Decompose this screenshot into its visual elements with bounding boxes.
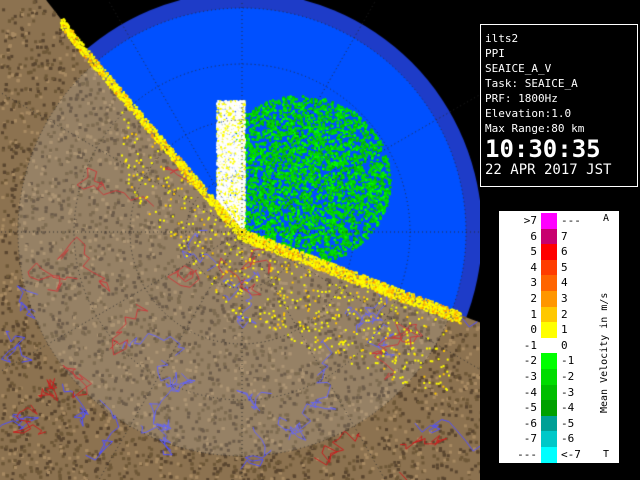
- prf-value: PRF: 1800Hz: [485, 92, 558, 105]
- legend-upper-value: -6: [561, 432, 575, 446]
- site-name: ilts2: [485, 32, 519, 45]
- legend-upper-value: -5: [561, 416, 575, 430]
- legend-color-swatch: [541, 291, 557, 307]
- legend-lower-value: -7: [523, 432, 537, 446]
- task-name: Task: SEAICE_A: [485, 77, 578, 90]
- radar-ppi-display[interactable]: [0, 0, 480, 480]
- legend-color-swatch: [541, 306, 557, 323]
- legend-row: -7 -6: [499, 431, 619, 448]
- legend-lower-value: -4: [523, 385, 537, 399]
- scan-date: 22 APR 2017 JST: [485, 162, 612, 178]
- legend-upper-value: 4: [561, 276, 568, 290]
- legend-row: >7 ---: [499, 213, 619, 229]
- legend-color-swatch: [541, 228, 557, 245]
- legend-color-swatch: [541, 213, 557, 229]
- legend-lower-value: -5: [523, 401, 537, 415]
- legend-lower-value: ---: [517, 448, 537, 461]
- legend-top-mark: A: [603, 213, 610, 224]
- legend-upper-value: ---: [561, 214, 581, 227]
- legend-color-swatch: [541, 400, 557, 417]
- scan-time: 10:30:35: [485, 135, 601, 163]
- legend-color-swatch: [541, 369, 557, 385]
- velocity-legend: >7 --- 6 7 5 6 4 5 3 4 2 3 1 2 0 1 -1 0 -2 -1 -3 -2 -4 -3 -5 -4 -6…: [498, 210, 620, 464]
- legend-color-swatch: [541, 337, 557, 354]
- legend-row: 67: [499, 228, 619, 245]
- legend-upper-value: 2: [561, 307, 568, 321]
- legend-color-swatch: [541, 353, 557, 370]
- legend-row: --- <-7: [499, 447, 619, 463]
- legend-upper-value: 3: [561, 292, 568, 305]
- legend-color-swatch: [541, 384, 557, 401]
- legend-row: 56: [499, 244, 619, 261]
- legend-lower-value: 6: [530, 229, 537, 243]
- legend-color-swatch: [541, 322, 557, 339]
- legend-lower-value: 4: [530, 260, 537, 274]
- legend-upper-value: 7: [561, 229, 568, 243]
- legend-lower-value: -3: [523, 370, 537, 383]
- info-panel: ilts2 PPI SEAICE_A_V Task: SEAICE_A PRF:…: [480, 0, 640, 480]
- elevation-value: Elevation:1.0: [485, 107, 572, 120]
- product-name: SEAICE_A_V: [485, 62, 552, 75]
- legend-row: -6 -5: [499, 415, 619, 432]
- legend-upper-value: -2: [561, 370, 575, 383]
- scan-type: PPI: [485, 47, 505, 60]
- legend-color-swatch: [541, 431, 557, 448]
- legend-lower-value: -2: [523, 354, 537, 368]
- legend-color-swatch: [541, 259, 557, 276]
- legend-lower-value: 0: [530, 323, 537, 337]
- scan-info-box: ilts2 PPI SEAICE_A_V Task: SEAICE_A PRF:…: [480, 24, 638, 187]
- legend-color-swatch: [541, 244, 557, 261]
- max-range-value: Max Range:80 km: [485, 122, 585, 135]
- legend-lower-value: 1: [530, 307, 537, 321]
- legend-lower-value: 2: [530, 292, 537, 305]
- legend-lower-value: 5: [530, 245, 537, 259]
- legend-upper-value: -4: [561, 401, 575, 415]
- legend-upper-value: 6: [561, 245, 568, 259]
- legend-lower-value: 3: [530, 276, 537, 290]
- legend-color-swatch: [541, 275, 557, 292]
- legend-title: Mean Velocity in m/s: [599, 292, 610, 413]
- legend-row: 34: [499, 275, 619, 292]
- legend-upper-value: 5: [561, 260, 568, 274]
- legend-upper-value: 0: [561, 338, 568, 352]
- legend-color-swatch: [541, 447, 557, 463]
- legend-lower-value: -6: [523, 416, 537, 430]
- legend-upper-value: <-7: [561, 448, 581, 461]
- legend-lower-value: -1: [523, 338, 537, 352]
- legend-upper-value: 1: [561, 323, 568, 337]
- legend-upper-value: -1: [561, 354, 575, 368]
- legend-row: 45: [499, 259, 619, 276]
- legend-bottom-mark: T: [603, 449, 610, 460]
- legend-lower-value: >7: [523, 214, 537, 227]
- legend-upper-value: -3: [561, 385, 575, 399]
- legend-color-swatch: [541, 415, 557, 432]
